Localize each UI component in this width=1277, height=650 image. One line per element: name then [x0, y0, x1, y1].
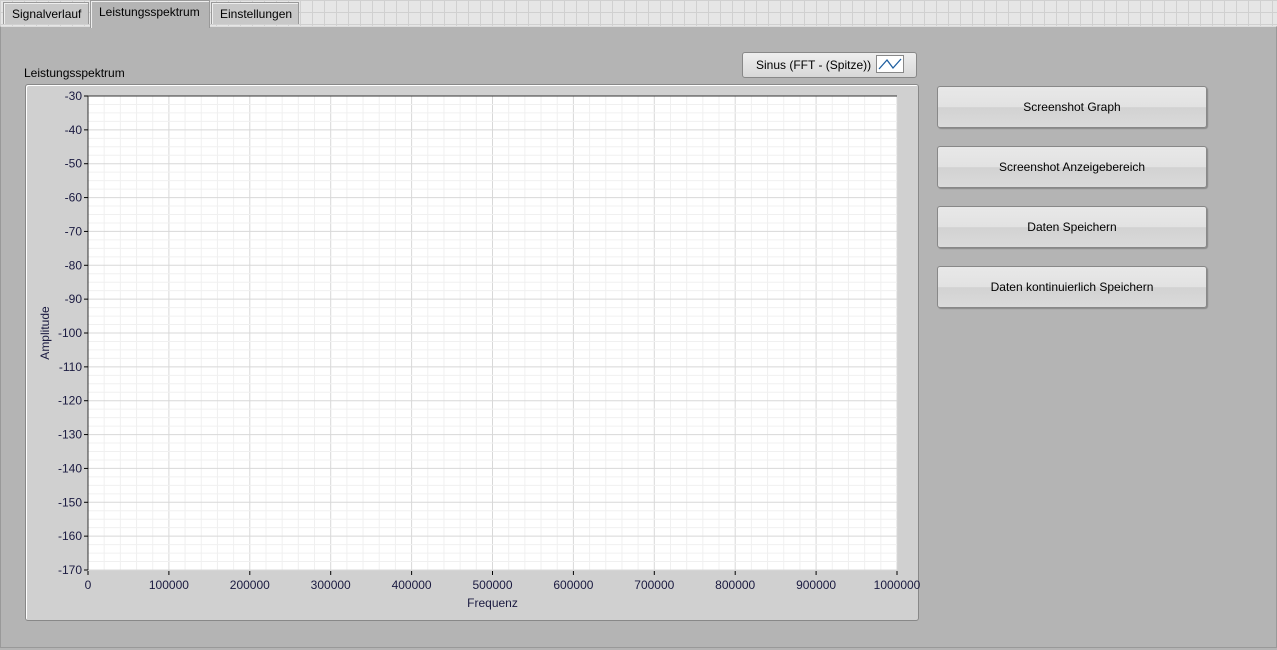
x-tick-label: 500000	[472, 578, 512, 592]
y-tick-label: -80	[65, 258, 83, 272]
save-data-button[interactable]: Daten Speichern	[937, 206, 1207, 248]
y-tick-label: -140	[58, 461, 82, 475]
x-tick-label: 400000	[392, 578, 432, 592]
x-tick-label: 200000	[230, 578, 270, 592]
y-tick-label: -100	[58, 326, 82, 340]
y-tick-label: -170	[58, 563, 82, 577]
x-tick-label: 900000	[796, 578, 836, 592]
y-tick-label: -90	[65, 292, 83, 306]
y-tick-label: -40	[65, 123, 83, 137]
y-tick-label: -130	[58, 428, 82, 442]
x-tick-label: 600000	[553, 578, 593, 592]
x-tick-label: 100000	[149, 578, 189, 592]
x-tick-label: 0	[85, 578, 92, 592]
y-tick-label: -120	[58, 394, 82, 408]
screenshot-graph-button[interactable]: Screenshot Graph	[937, 86, 1207, 128]
y-tick-label: -30	[65, 89, 83, 103]
x-tick-label: 1000000	[874, 578, 921, 592]
save-continuous-button[interactable]: Daten kontinuierlich Speichern	[937, 266, 1207, 308]
y-tick-label: -150	[58, 495, 82, 509]
y-tick-label: -50	[65, 157, 83, 171]
y-tick-label: -60	[65, 191, 83, 205]
x-axis-label: Frequenz	[467, 596, 518, 610]
x-tick-label: 300000	[311, 578, 351, 592]
x-tick-label: 800000	[715, 578, 755, 592]
y-tick-label: -110	[59, 360, 82, 374]
tab-leistungsspektrum[interactable]: Leistungsspektrum	[90, 0, 210, 28]
y-tick-label: -70	[65, 224, 83, 238]
x-tick-label: 700000	[634, 578, 674, 592]
y-axis-label: Amplitude	[38, 306, 52, 360]
y-tick-label: -160	[58, 529, 82, 543]
screenshot-area-button[interactable]: Screenshot Anzeigebereich	[937, 146, 1207, 188]
